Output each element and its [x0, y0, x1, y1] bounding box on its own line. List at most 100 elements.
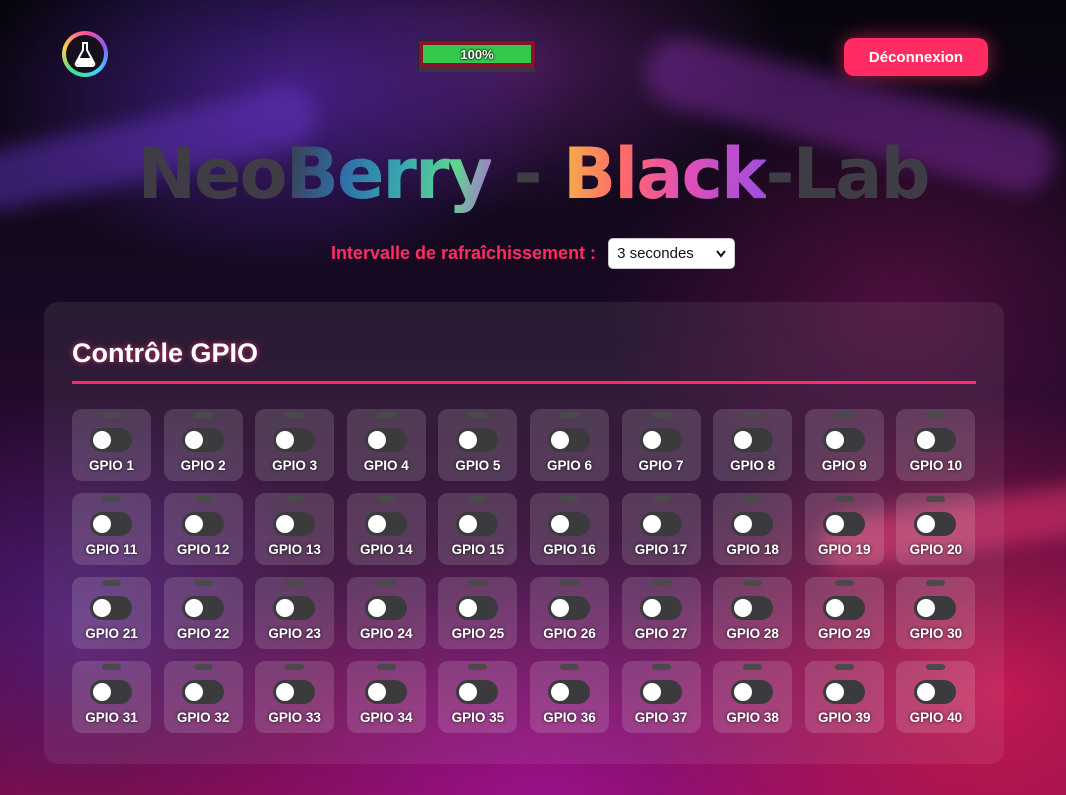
gpio-toggle[interactable]: [456, 596, 499, 620]
toggle-knob: [825, 431, 844, 449]
gpio-toggle[interactable]: [639, 596, 682, 620]
gpio-card: GPIO 5: [438, 409, 518, 481]
gpio-toggle[interactable]: [547, 680, 590, 704]
gpio-label: GPIO 34: [360, 710, 413, 725]
gpio-card: GPIO 33: [255, 661, 335, 733]
logout-button[interactable]: Déconnexion: [844, 38, 988, 76]
gpio-toggle[interactable]: [90, 512, 132, 536]
toggle-knob: [276, 599, 295, 617]
gpio-toggle[interactable]: [731, 680, 774, 704]
status-led: [834, 664, 854, 670]
gpio-toggle[interactable]: [456, 428, 499, 452]
gpio-card: GPIO 34: [346, 661, 426, 733]
gpio-card: GPIO 19: [804, 493, 884, 565]
gpio-toggle[interactable]: [914, 428, 957, 452]
gpio-card: GPIO 28: [713, 577, 793, 649]
gpio-toggle[interactable]: [639, 428, 682, 452]
gpio-toggle[interactable]: [822, 428, 865, 452]
gpio-toggle[interactable]: [90, 596, 132, 620]
status-led: [468, 580, 488, 586]
gpio-toggle[interactable]: [181, 596, 224, 620]
gpio-toggle[interactable]: [822, 512, 865, 536]
toggle-knob: [917, 431, 936, 449]
gpio-card: GPIO 21: [72, 577, 151, 649]
gpio-toggle[interactable]: [731, 512, 774, 536]
gpio-label: GPIO 2: [180, 458, 226, 473]
gpio-card: GPIO 6: [529, 409, 609, 481]
toggle-knob: [276, 683, 295, 701]
gpio-card: GPIO 9: [804, 409, 884, 481]
battery-label: 100%: [460, 46, 494, 62]
app-logo[interactable]: [62, 31, 108, 77]
status-led: [926, 664, 946, 670]
gpio-label: GPIO 32: [176, 710, 230, 725]
toggle-knob: [276, 431, 295, 449]
gpio-toggle[interactable]: [90, 428, 132, 452]
gpio-label: GPIO 33: [268, 710, 321, 725]
gpio-toggle[interactable]: [364, 512, 407, 536]
gpio-toggle[interactable]: [639, 680, 682, 704]
gpio-label: GPIO 12: [176, 542, 230, 557]
refresh-interval-select[interactable]: 3 secondes: [608, 238, 736, 269]
gpio-label: GPIO 27: [634, 626, 688, 641]
gpio-card: GPIO 12: [163, 493, 243, 565]
status-led: [926, 412, 946, 418]
gpio-toggle[interactable]: [90, 680, 132, 704]
toggle-knob: [550, 515, 569, 533]
gpio-toggle[interactable]: [547, 512, 590, 536]
toggle-knob: [367, 431, 386, 449]
gpio-label: GPIO 21: [85, 626, 138, 641]
gpio-toggle[interactable]: [456, 680, 499, 704]
gpio-toggle[interactable]: [181, 512, 224, 536]
gpio-card: GPIO 4: [346, 409, 426, 481]
gpio-toggle[interactable]: [456, 512, 499, 536]
gpio-label: GPIO 31: [85, 710, 138, 725]
toggle-knob: [642, 431, 661, 449]
gpio-label: GPIO 11: [85, 542, 138, 557]
gpio-toggle[interactable]: [273, 512, 316, 536]
gpio-toggle[interactable]: [914, 512, 957, 536]
toggle-knob: [550, 683, 569, 701]
status-led: [376, 412, 396, 418]
gpio-toggle[interactable]: [914, 596, 957, 620]
gpio-label: GPIO 9: [821, 458, 867, 473]
status-led: [285, 496, 305, 502]
gpio-card: GPIO 30: [896, 577, 976, 649]
gpio-card: GPIO 22: [163, 577, 243, 649]
toggle-knob: [367, 515, 386, 533]
gpio-toggle[interactable]: [273, 680, 316, 704]
gpio-toggle[interactable]: [273, 596, 316, 620]
toggle-knob: [184, 683, 203, 701]
gpio-toggle[interactable]: [822, 596, 865, 620]
gpio-label: GPIO 15: [451, 542, 505, 557]
status-led: [468, 412, 488, 418]
gpio-toggle[interactable]: [639, 512, 682, 536]
toggle-knob: [184, 599, 203, 617]
gpio-toggle[interactable]: [547, 428, 590, 452]
gpio-label: GPIO 30: [909, 626, 963, 641]
gpio-toggle[interactable]: [364, 596, 407, 620]
gpio-card: GPIO 18: [713, 493, 793, 565]
gpio-toggle[interactable]: [822, 680, 865, 704]
gpio-toggle[interactable]: [731, 596, 774, 620]
gpio-card: GPIO 31: [72, 661, 151, 733]
refresh-interval-label: Intervalle de rafraîchissement :: [330, 243, 597, 263]
gpio-toggle[interactable]: [547, 596, 590, 620]
gpio-card: GPIO 23: [255, 577, 335, 649]
gpio-card: GPIO 39: [804, 661, 884, 733]
toggle-knob: [642, 683, 661, 701]
gpio-card: GPIO 7: [621, 409, 701, 481]
gpio-toggle[interactable]: [364, 428, 407, 452]
gpio-label: GPIO 17: [634, 542, 688, 557]
gpio-toggle[interactable]: [364, 680, 407, 704]
gpio-label: GPIO 20: [909, 542, 963, 557]
gpio-toggle[interactable]: [914, 680, 957, 704]
gpio-card: GPIO 25: [438, 577, 518, 649]
gpio-label: GPIO 29: [817, 626, 871, 641]
gpio-toggle[interactable]: [181, 680, 224, 704]
gpio-toggle[interactable]: [273, 428, 316, 452]
status-led: [468, 496, 488, 502]
gpio-toggle[interactable]: [731, 428, 774, 452]
gpio-toggle[interactable]: [181, 428, 224, 452]
gpio-label: GPIO 38: [726, 710, 779, 725]
